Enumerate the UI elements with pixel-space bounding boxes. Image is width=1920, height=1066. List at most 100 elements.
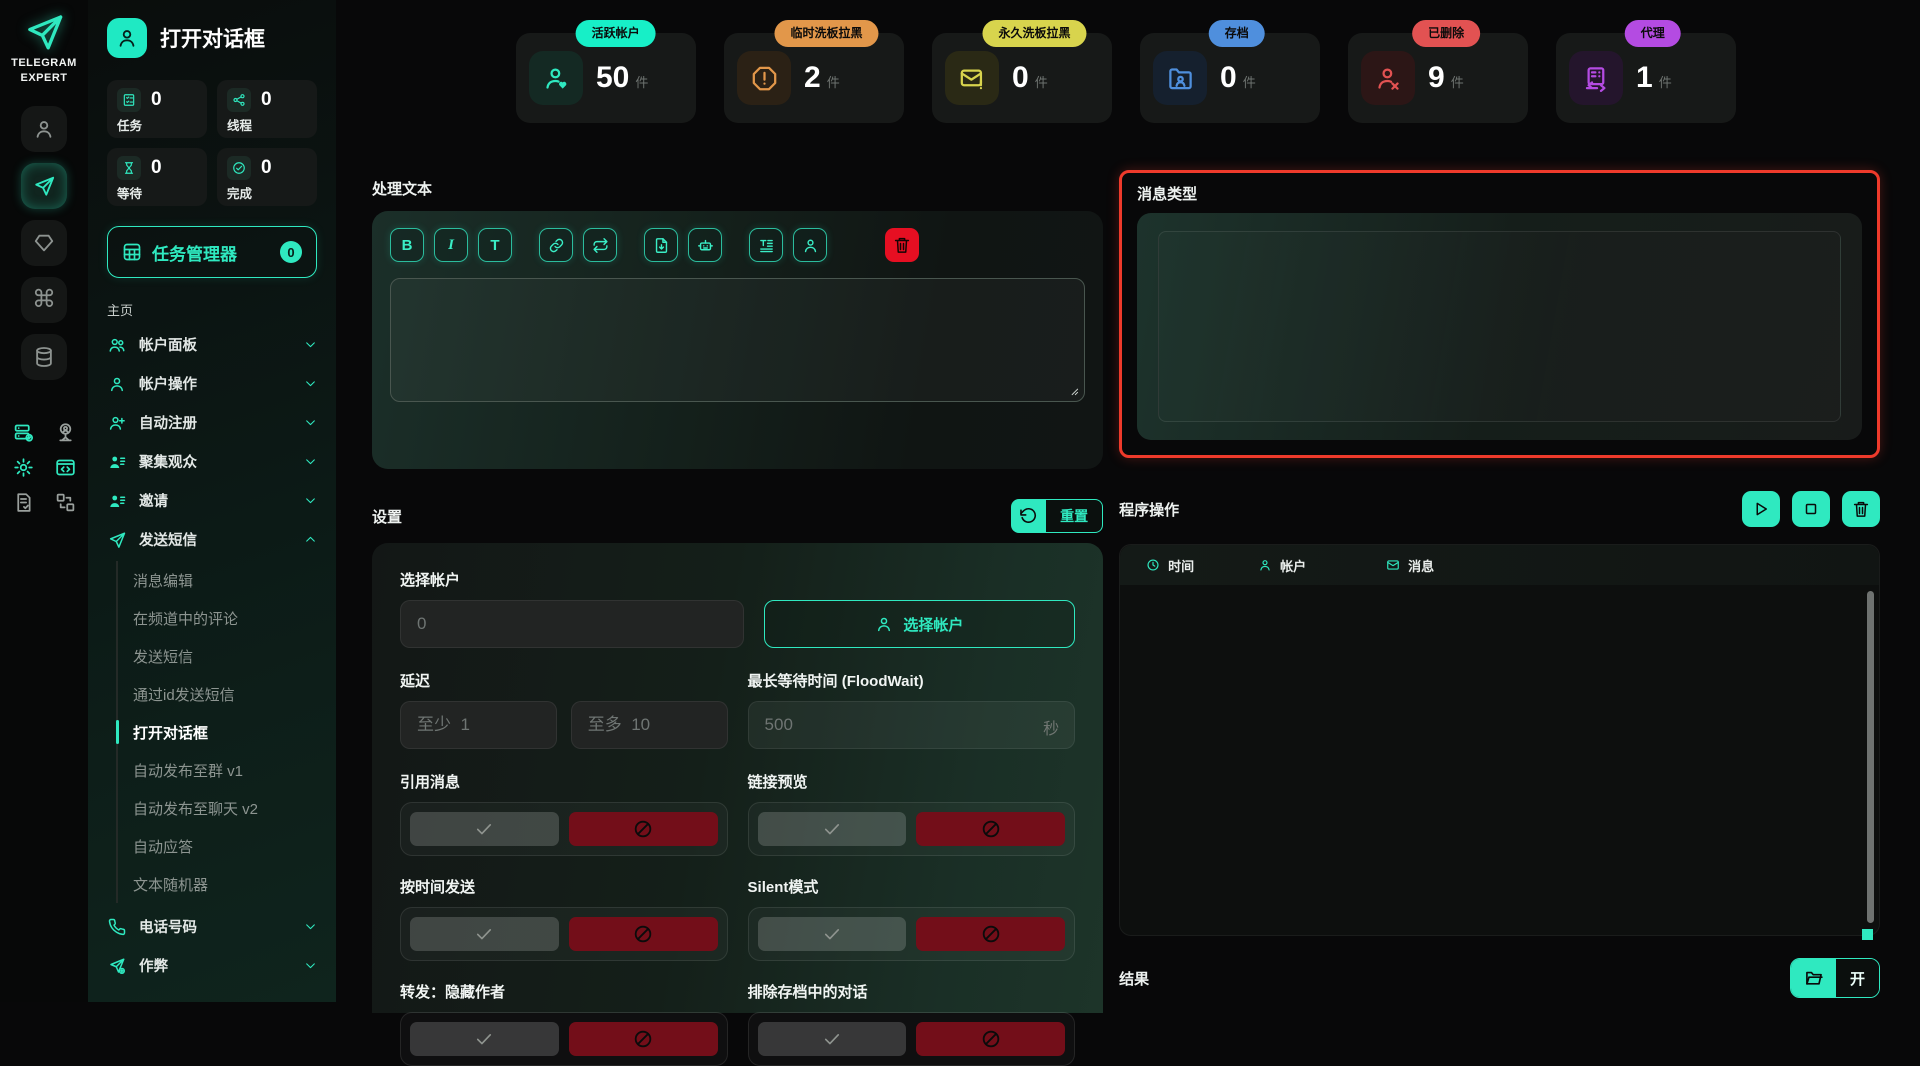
send-rail-button[interactable] xyxy=(21,163,67,209)
resize-handle-icon[interactable] xyxy=(1068,385,1079,396)
document-check-icon[interactable] xyxy=(10,492,36,513)
log-resize-handle[interactable] xyxy=(1862,929,1873,940)
submenu-item-message-edit[interactable]: 消息编辑 xyxy=(133,561,317,599)
user-list-icon xyxy=(107,492,127,510)
card-unit: 件 xyxy=(1243,75,1256,90)
submenu-item-send-by-id[interactable]: 通过id发送短信 xyxy=(133,675,317,713)
start-button[interactable] xyxy=(1742,491,1780,527)
stat-label: 线程 xyxy=(227,115,307,134)
message-type-title: 消息类型 xyxy=(1137,183,1862,204)
sidebar-item-send-sms[interactable]: 发送短信 xyxy=(107,520,317,559)
forward-hide-author-label: 转发：隐藏作者 xyxy=(400,981,728,1002)
chevron-up-icon xyxy=(304,533,317,546)
text-toolbar: B I T xyxy=(390,228,1085,262)
user-icon xyxy=(107,375,127,393)
code-window-icon[interactable] xyxy=(52,457,78,478)
text-format-button[interactable]: T xyxy=(478,228,512,262)
account-count-input[interactable] xyxy=(400,600,744,648)
checklist-icon xyxy=(117,88,141,112)
floodwait-input[interactable] xyxy=(748,701,1076,749)
settings-panel: 选择帐户 选择帐户 延迟 xyxy=(372,543,1103,1013)
log-table-header: 时间 帐户 消息 xyxy=(1120,545,1879,585)
text-sort-button[interactable] xyxy=(749,228,783,262)
toggle-no-option[interactable] xyxy=(916,1022,1065,1056)
toggle-no-option[interactable] xyxy=(569,917,718,951)
mention-user-button[interactable] xyxy=(793,228,827,262)
process-textarea[interactable] xyxy=(390,278,1085,402)
commands-rail-button[interactable]: ⌘ xyxy=(21,277,67,323)
sidebar-item-invite[interactable]: 邀请 xyxy=(107,481,317,520)
open-results-folder-button[interactable]: 开 xyxy=(1790,958,1880,998)
toggle-no-option[interactable] xyxy=(569,812,718,846)
toggle-yes-option[interactable] xyxy=(410,1022,559,1056)
toggle-yes-option[interactable] xyxy=(410,917,559,951)
toggle-yes-option[interactable] xyxy=(410,812,559,846)
submenu-item-channel-comments[interactable]: 在频道中的评论 xyxy=(133,599,317,637)
toggle-yes-option[interactable] xyxy=(758,812,907,846)
reset-button[interactable]: 重置 xyxy=(1011,499,1103,533)
stop-button[interactable] xyxy=(1792,491,1830,527)
slash-circle-icon xyxy=(632,923,654,945)
italic-button[interactable]: I xyxy=(434,228,468,262)
toggle-no-option[interactable] xyxy=(569,1022,718,1056)
main-content: 活跃帐户 50件 临时洗板拉黑 2件 永久洗板拉黑 0件 存档 0件 已删除 9… xyxy=(336,0,1920,1002)
submenu-item-open-dialog[interactable]: 打开对话框 xyxy=(133,713,317,751)
delay-max-input[interactable] xyxy=(571,701,728,749)
sidebar-item-account-ops[interactable]: 帐户操作 xyxy=(107,364,317,403)
task-manager-label: 任务管理器 xyxy=(152,240,270,265)
stat-tile-waiting: 0 等待 xyxy=(107,148,207,206)
home-section-label: 主页 xyxy=(107,300,317,319)
accounts-rail-button[interactable] xyxy=(21,106,67,152)
slash-circle-icon xyxy=(980,1028,1002,1050)
column-label: 消息 xyxy=(1408,556,1434,575)
sidebar-item-phone-numbers[interactable]: 电话号码 xyxy=(107,907,317,946)
swap-boxes-icon[interactable] xyxy=(52,492,78,513)
task-manager-button[interactable]: 任务管理器 0 xyxy=(107,226,317,278)
chevron-down-icon xyxy=(304,377,317,390)
floodwait-unit: 秒 xyxy=(1043,715,1059,739)
toggle-yes-option[interactable] xyxy=(758,1022,907,1056)
proxy-server-icon xyxy=(1569,51,1623,105)
toggle-no-option[interactable] xyxy=(916,917,1065,951)
status-badge: 临时洗板拉黑 xyxy=(774,20,878,47)
submenu-item-auto-post-chat-v2[interactable]: 自动发布至聊天 v2 xyxy=(133,789,317,827)
clear-log-button[interactable] xyxy=(1842,491,1880,527)
sidebar-item-account-panel[interactable]: 帐户面板 xyxy=(107,325,317,364)
stat-value: 0 xyxy=(261,89,272,111)
task-manager-icon xyxy=(122,242,142,262)
sidebar-item-cheat[interactable]: 作弊 xyxy=(107,946,317,985)
send-icon xyxy=(33,175,55,197)
submenu-item-send-sms[interactable]: 发送短信 xyxy=(133,637,317,675)
gear-icon[interactable] xyxy=(10,457,36,478)
database-rail-button[interactable] xyxy=(21,334,67,380)
person-broadcast-icon[interactable] xyxy=(52,422,78,443)
file-import-button[interactable] xyxy=(644,228,678,262)
bot-button[interactable] xyxy=(688,228,722,262)
server-check-icon[interactable] xyxy=(10,422,36,443)
delay-min-input[interactable] xyxy=(400,701,557,749)
user-icon xyxy=(875,615,893,633)
repeat-button[interactable] xyxy=(583,228,617,262)
sidebar-item-gather-audience[interactable]: 聚集观众 xyxy=(107,442,317,481)
submenu-item-auto-post-group-v1[interactable]: 自动发布至群 v1 xyxy=(133,751,317,789)
link-button[interactable] xyxy=(539,228,573,262)
hourglass-icon xyxy=(117,156,141,180)
card-unit: 件 xyxy=(1659,75,1672,90)
clear-text-button[interactable] xyxy=(885,228,919,262)
toggle-yes-option[interactable] xyxy=(758,917,907,951)
message-type-dropzone[interactable] xyxy=(1158,231,1841,422)
quote-message-label: 引用消息 xyxy=(400,771,728,792)
premium-rail-button[interactable] xyxy=(21,220,67,266)
submenu-item-text-randomizer[interactable]: 文本随机器 xyxy=(133,865,317,903)
sidebar-item-auto-register[interactable]: 自动注册 xyxy=(107,403,317,442)
select-account-button[interactable]: 选择帐户 xyxy=(764,600,1076,648)
gem-icon xyxy=(33,232,55,254)
send-icon xyxy=(107,531,127,549)
account-stat-cards: 活跃帐户 50件 临时洗板拉黑 2件 永久洗板拉黑 0件 存档 0件 已删除 9… xyxy=(372,33,1880,123)
status-badge: 已删除 xyxy=(1412,20,1480,47)
toggle-no-option[interactable] xyxy=(916,812,1065,846)
log-scrollbar[interactable] xyxy=(1867,591,1874,923)
submenu-item-auto-reply[interactable]: 自动应答 xyxy=(133,827,317,865)
bold-button[interactable]: B xyxy=(390,228,424,262)
chevron-down-icon xyxy=(304,416,317,429)
